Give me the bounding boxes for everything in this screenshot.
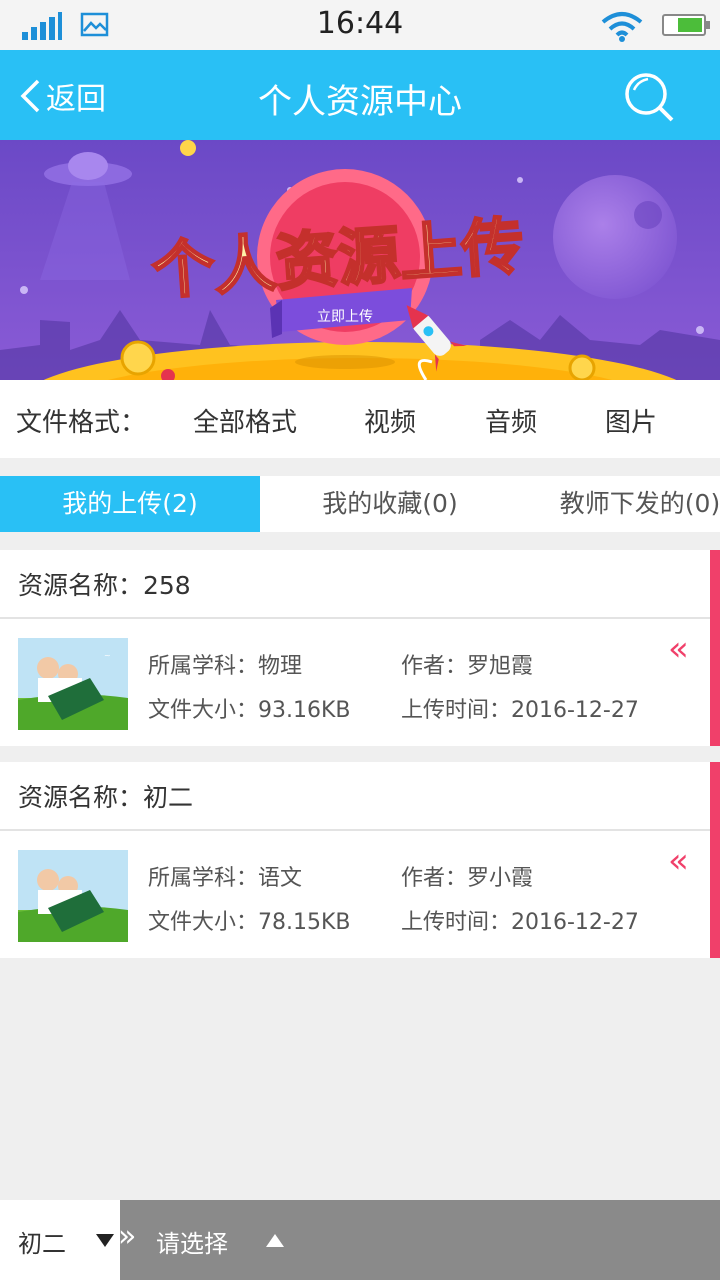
- resource-name: 资源名称：258: [18, 571, 191, 600]
- select-dropdown[interactable]: 请选择: [156, 1224, 228, 1259]
- resource-thumbnail: ~: [18, 638, 128, 730]
- resource-subject: 所属学科：物理: [148, 654, 303, 679]
- banner-illustration: 立即上传 个人资源上传: [0, 140, 720, 380]
- resource-upload-time: 上传时间：2016-12-27: [401, 910, 639, 935]
- divider: [0, 617, 710, 619]
- action-strip[interactable]: [710, 550, 720, 746]
- page-title: 个人资源中心: [258, 82, 462, 122]
- bottom-filter-bar: 初二 » 请选择: [0, 1200, 720, 1280]
- resource-card[interactable]: 资源名称：初二 所属学科：语文 作者：罗小霞 文件大小：78.15KB 上传时间…: [0, 762, 720, 958]
- grade-dropdown[interactable]: 初二: [0, 1200, 120, 1280]
- double-chevron-left-icon[interactable]: «: [668, 632, 689, 666]
- app-header: 返回 个人资源中心: [0, 50, 720, 140]
- resource-size: 文件大小：93.16KB: [148, 698, 351, 723]
- upload-banner[interactable]: 立即上传 个人资源上传: [0, 140, 720, 380]
- resource-size: 文件大小：78.15KB: [148, 910, 351, 935]
- tab-my-uploads[interactable]: 我的上传(2): [0, 476, 260, 532]
- caret-down-icon: [96, 1234, 114, 1247]
- grade-value: 初二: [18, 1230, 66, 1258]
- status-bar: 16:44: [0, 0, 720, 50]
- resource-author: 作者：罗小霞: [401, 866, 534, 891]
- tab-my-favorites[interactable]: 我的收藏(0): [260, 476, 520, 532]
- format-option-image[interactable]: 图片: [605, 402, 657, 439]
- resource-subject: 所属学科：语文: [148, 866, 303, 891]
- resource-thumbnail: [18, 850, 128, 942]
- double-chevron-right-icon: »: [118, 1219, 137, 1254]
- format-label: 文件格式：: [16, 408, 147, 438]
- caret-up-icon[interactable]: [266, 1234, 284, 1247]
- format-option-audio[interactable]: 音频: [485, 402, 537, 439]
- divider: [0, 829, 710, 831]
- action-strip[interactable]: [710, 762, 720, 958]
- resource-upload-time: 上传时间：2016-12-27: [401, 698, 639, 723]
- wifi-icon: [601, 12, 643, 42]
- svg-text:~: ~: [104, 651, 111, 660]
- format-option-video[interactable]: 视频: [364, 402, 416, 439]
- search-icon[interactable]: [622, 70, 678, 124]
- tab-teacher-assigned[interactable]: 教师下发的(0): [520, 476, 720, 532]
- resource-card[interactable]: 资源名称：258 ~ 所属学科：物理 作者：罗旭霞 文件大小：93.16KB 上…: [0, 550, 720, 746]
- double-chevron-left-icon[interactable]: «: [668, 844, 689, 878]
- resource-tabs: 我的上传(2) 我的收藏(0) 教师下发的(0): [0, 476, 720, 532]
- format-filter: 文件格式： 全部格式 视频 音频 图片: [0, 380, 720, 458]
- resource-author: 作者：罗旭霞: [401, 654, 534, 679]
- battery-icon: [662, 14, 710, 36]
- format-option-all[interactable]: 全部格式: [193, 402, 297, 439]
- banner-button-label: 立即上传: [317, 309, 373, 325]
- resource-name: 资源名称：初二: [18, 783, 194, 812]
